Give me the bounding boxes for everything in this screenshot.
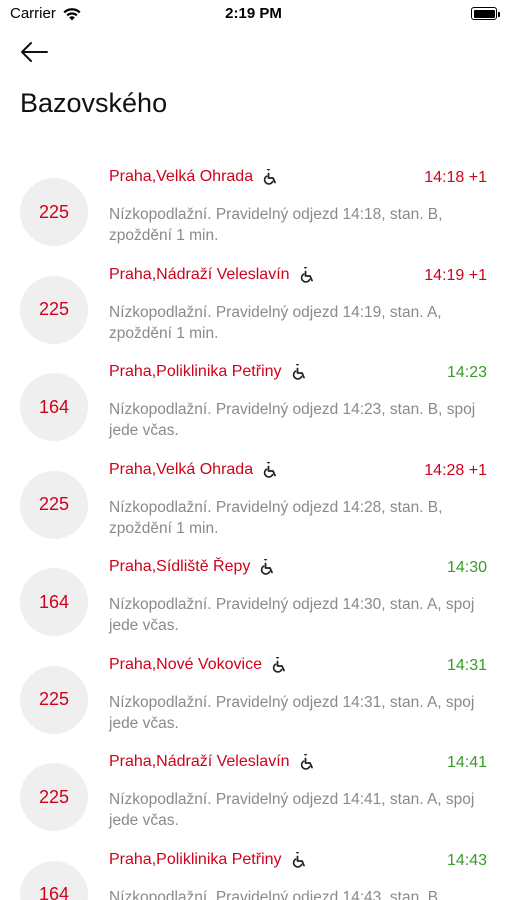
wheelchair-icon bbox=[300, 266, 313, 283]
destination-label: Praha,Velká Ohrada bbox=[109, 460, 254, 478]
destination-line: Praha,Nádraží Veleslavín bbox=[109, 753, 315, 771]
page-title: Bazovského bbox=[20, 88, 168, 118]
wheelchair-icon bbox=[300, 754, 313, 770]
back-button[interactable] bbox=[20, 36, 56, 68]
line-number-badge: 225 bbox=[20, 178, 88, 246]
departure-row[interactable]: 164 Praha,Poliklinika Petřiny 14:23 Nízkopo… bbox=[0, 353, 507, 451]
status-bar: Carrier 2:19 PM bbox=[0, 0, 507, 28]
departure-time: 14:43 bbox=[446, 851, 487, 869]
destination-label: Praha,Nové Vokovice bbox=[109, 655, 262, 673]
destination-line: Praha,Poliklinika Petřiny bbox=[109, 363, 307, 381]
departure-time: 14:41 bbox=[446, 754, 487, 771]
wheelchair-icon bbox=[261, 559, 274, 575]
departure-time: 14:31 bbox=[446, 656, 487, 674]
battery-icon bbox=[471, 7, 500, 20]
departure-description: Nízkopodlažní. Pravidelný odjezd 14:18, … bbox=[109, 206, 443, 244]
departure-time: 14:28 +1 bbox=[424, 461, 487, 479]
wheelchair-icon bbox=[263, 169, 276, 185]
destination-label: Praha,Poliklinika Petřiny bbox=[109, 363, 282, 380]
departure-description: Nízkopodlažní. Pravidelný odjezd 14:28, … bbox=[109, 498, 443, 537]
destination-label: Praha,Poliklinika Petřiny bbox=[109, 850, 282, 868]
destination-line: Praha,Velká Ohrada bbox=[109, 461, 278, 479]
destination-line: Praha,Nové Vokovice bbox=[109, 656, 287, 674]
departure-row[interactable]: 164 Praha,Sídliště Řepy 14:30 Nízkopodlažní… bbox=[0, 548, 507, 646]
line-number-badge: 164 bbox=[20, 568, 88, 636]
departure-list: 225 Praha,Velká Ohrada 14:18 +1 Nízkopodlaž… bbox=[0, 158, 507, 900]
line-number-badge: 164 bbox=[20, 373, 88, 441]
status-time: 2:19 PM bbox=[225, 5, 282, 22]
destination-label: Praha,Velká Ohrada bbox=[109, 168, 254, 185]
departure-row[interactable]: 225 Praha,Nové Vokovice 14:31 Nízkopodlažní… bbox=[0, 646, 507, 744]
departure-time: 14:30 bbox=[446, 559, 487, 576]
line-number-badge: 225 bbox=[20, 665, 88, 734]
departure-row[interactable]: 225 Praha,Velká Ohrada 14:18 +1 Nízkopodlaž… bbox=[0, 158, 507, 256]
departure-row[interactable]: 225 Praha,Velká Ohrada 14:28 +1 Nízkopodlaž… bbox=[0, 451, 507, 549]
departure-description: Nízkopodlažní. Pravidelný odjezd 14:23, … bbox=[109, 401, 476, 439]
back-arrow-icon bbox=[21, 42, 48, 62]
departure-description: Nízkopodlažní. Pravidelný odjezd 14:43, … bbox=[109, 888, 439, 900]
departure-description: Nízkopodlažní. Pravidelný odjezd 14:19, … bbox=[109, 303, 442, 342]
destination-line: Praha,Sídliště Řepy bbox=[109, 558, 275, 576]
wheelchair-icon bbox=[272, 656, 285, 673]
departure-time: 14:19 +1 bbox=[424, 266, 487, 284]
wheelchair-icon bbox=[263, 461, 276, 478]
departure-row[interactable]: 164 Praha,Poliklinika Petřiny 14:43 Nízkopo… bbox=[0, 841, 507, 900]
destination-line: Praha,Velká Ohrada bbox=[109, 168, 278, 186]
departure-description: Nízkopodlažní. Pravidelný odjezd 14:41, … bbox=[109, 791, 475, 829]
departure-description: Nízkopodlažní. Pravidelný odjezd 14:31, … bbox=[109, 693, 475, 732]
departure-time: 14:18 +1 bbox=[424, 169, 487, 186]
destination-label: Praha,Nádraží Veleslavín bbox=[109, 265, 290, 283]
line-number-badge: 164 bbox=[20, 860, 88, 900]
departure-time: 14:23 bbox=[446, 364, 487, 381]
line-number-badge: 225 bbox=[20, 763, 88, 831]
line-number-badge: 225 bbox=[20, 470, 88, 539]
destination-line: Praha,Nádraží Veleslavín bbox=[109, 266, 315, 284]
departure-row[interactable]: 225 Praha,Nádraží Veleslavín 14:41 Nízkopod… bbox=[0, 743, 507, 841]
destination-line: Praha,Poliklinika Petřiny bbox=[109, 851, 307, 869]
wheelchair-icon bbox=[292, 851, 305, 868]
wheelchair-icon bbox=[292, 364, 305, 380]
destination-label: Praha,Nádraží Veleslavín bbox=[109, 753, 290, 770]
departure-row[interactable]: 225 Praha,Nádraží Veleslavín 14:19 +1 Nízko… bbox=[0, 256, 507, 354]
departure-description: Nízkopodlažní. Pravidelný odjezd 14:30, … bbox=[109, 596, 475, 634]
destination-label: Praha,Sídliště Řepy bbox=[109, 558, 251, 575]
line-number-badge: 225 bbox=[20, 275, 88, 344]
